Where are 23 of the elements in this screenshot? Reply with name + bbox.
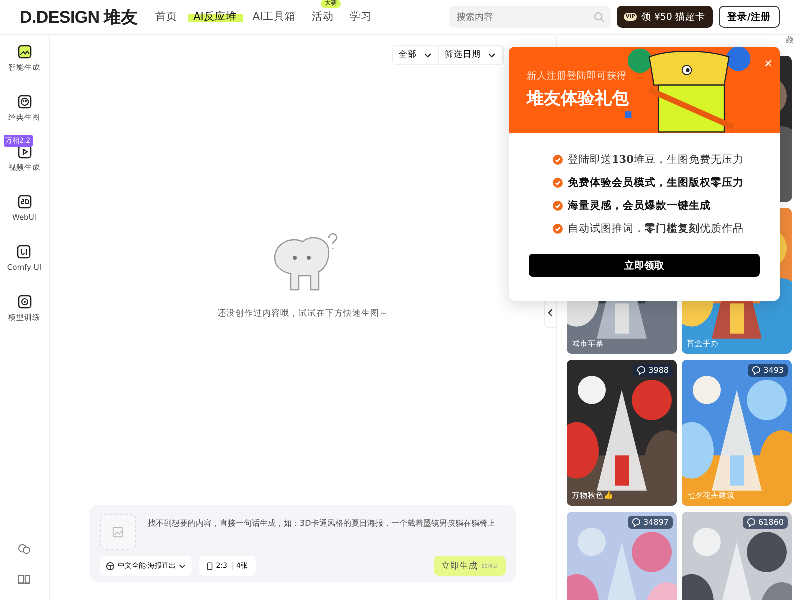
popup-subtitle: 新人注册登陆即可获得: [527, 70, 628, 83]
tab-label[interactable]: 藏: [786, 35, 794, 46]
nav-link[interactable]: AI工具箱: [246, 9, 302, 25]
comment-count: 61860: [742, 516, 788, 529]
comment-count: 34897: [628, 516, 673, 529]
filter-dropdown[interactable]: 全部: [393, 46, 439, 64]
nav-link[interactable]: AI反应堆: [188, 9, 243, 25]
benefit-text: 免费体验会员模式，生图版权零压力: [568, 176, 744, 190]
logo[interactable]: D.DESIGN 堆友: [20, 6, 138, 28]
comment-count: 3493: [748, 364, 788, 377]
popup-title: 堆友体验礼包: [527, 88, 630, 110]
nav-link[interactable]: 学习: [344, 9, 378, 25]
benefit-text: 登陆即送130堆豆，生图免费无压力: [568, 153, 744, 167]
benefit-text: 自动试图推词，零门槛复刻优质作品: [568, 222, 744, 236]
benefit-text: 海量灵感，会员爆款一键生成: [568, 199, 711, 213]
comment-count: 3988: [632, 364, 673, 377]
claim-button[interactable]: 立即领取: [529, 254, 760, 277]
nav-link[interactable]: 活动: [306, 9, 340, 25]
nav-link[interactable]: 首页: [150, 9, 184, 25]
login-button[interactable]: 登录/注册: [718, 6, 780, 28]
empty-message: 还没创作过内容哦，试试在下方快速生图～: [218, 308, 388, 320]
search-field[interactable]: 搜索内容: [448, 6, 611, 28]
search-input[interactable]: 搜索内容: [454, 11, 594, 23]
